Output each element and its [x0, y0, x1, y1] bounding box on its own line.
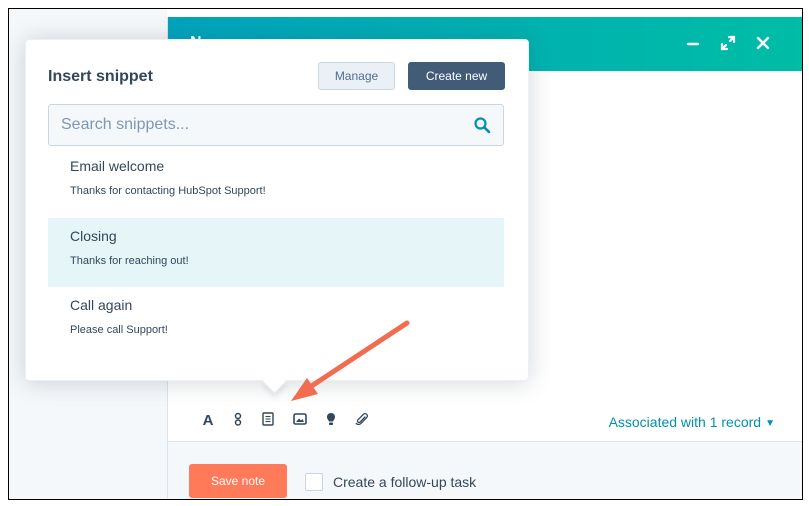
modal-footer: Save note Create a follow-up task: [168, 441, 802, 499]
snippet-preview: Thanks for reaching out!: [70, 255, 189, 267]
svg-text:A: A: [203, 412, 214, 427]
close-icon[interactable]: [748, 28, 778, 58]
caret-down-icon: ▼: [765, 418, 775, 429]
snippet-title: Closing: [70, 228, 117, 244]
popover-title: Insert snippet: [48, 68, 153, 85]
image-icon[interactable]: [288, 407, 312, 431]
personalization-token-icon[interactable]: [226, 407, 250, 431]
attachment-icon[interactable]: [350, 407, 374, 431]
follow-up-task-toggle[interactable]: Create a follow-up task: [305, 473, 476, 491]
manage-snippets-button[interactable]: Manage: [318, 62, 395, 90]
snippet-item-call-again[interactable]: Call again Please call Support!: [48, 287, 504, 356]
knowledge-article-icon[interactable]: [319, 407, 343, 431]
save-note-button[interactable]: Save note: [189, 464, 287, 498]
screenshot-frame: N A: [8, 8, 803, 500]
expand-icon[interactable]: [713, 28, 743, 58]
snippet-search-input[interactable]: [49, 105, 459, 145]
follow-up-label: Create a follow-up task: [333, 474, 477, 490]
snippet-icon[interactable]: [256, 407, 280, 431]
follow-up-checkbox[interactable]: [305, 473, 323, 491]
insert-snippet-popover: Insert snippet Manage Create new Email w…: [25, 39, 529, 394]
snippet-title: Call again: [70, 297, 133, 313]
text-format-icon[interactable]: A: [196, 407, 220, 431]
rich-text-toolbar: A Associated with 1 record ▼: [168, 401, 802, 441]
associated-records-dropdown[interactable]: Associated with 1 record ▼: [609, 414, 775, 430]
search-icon[interactable]: [473, 116, 491, 134]
snippet-search-box: [48, 104, 504, 146]
snippet-preview: Thanks for contacting HubSpot Support!: [70, 185, 266, 197]
snippet-preview: Please call Support!: [70, 324, 168, 336]
minimize-icon[interactable]: [678, 28, 708, 58]
snippet-item-email-welcome[interactable]: Email welcome Thanks for contacting HubS…: [48, 148, 504, 217]
associated-records-label: Associated with 1 record: [608, 414, 762, 430]
snippet-title: Email welcome: [70, 158, 165, 174]
create-snippet-button[interactable]: Create new: [408, 62, 505, 90]
snippet-item-closing[interactable]: Closing Thanks for reaching out!: [48, 218, 504, 287]
